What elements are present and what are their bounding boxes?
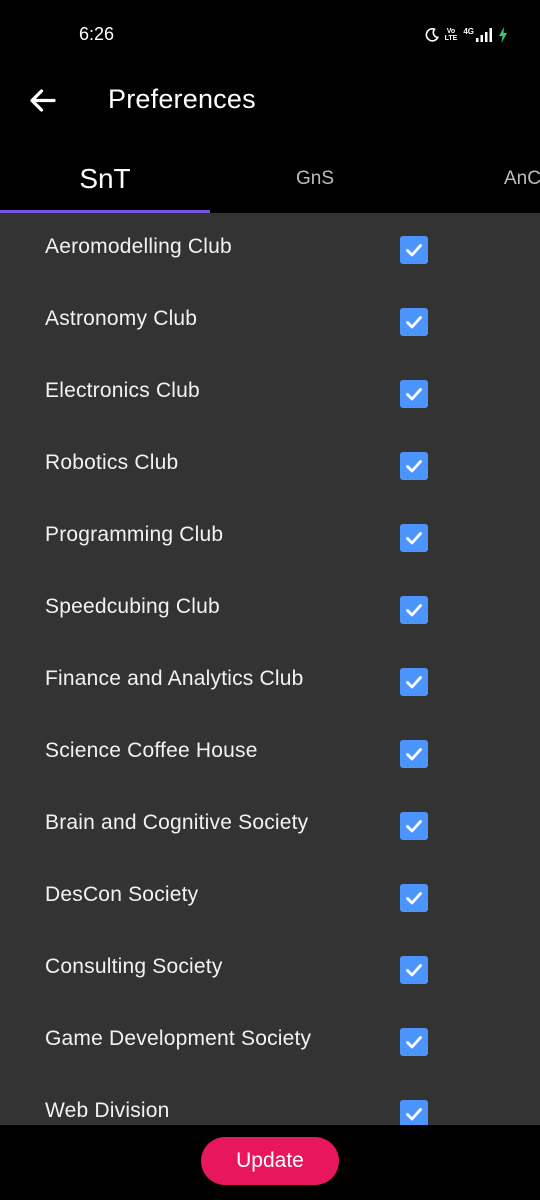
- preference-label: Speedcubing Club: [45, 595, 220, 618]
- tab-gns[interactable]: GnS: [210, 145, 420, 213]
- preference-row[interactable]: Science Coffee House: [0, 717, 540, 789]
- check-icon: [406, 388, 422, 401]
- preference-label: Brain and Cognitive Society: [45, 811, 309, 834]
- check-icon: [406, 892, 422, 905]
- preference-label: Aeromodelling Club: [45, 235, 232, 258]
- check-icon: [406, 532, 422, 545]
- check-icon: [406, 604, 422, 617]
- arrow-left-icon: [30, 89, 56, 112]
- preference-checkbox[interactable]: [400, 812, 428, 840]
- preference-row[interactable]: Brain and Cognitive Society: [0, 789, 540, 861]
- tab-bar: SnT GnS AnC: [0, 145, 540, 213]
- preference-checkbox[interactable]: [400, 740, 428, 768]
- status-bar: 6:26 Vo LTE 4G: [0, 0, 540, 70]
- preference-row[interactable]: DesCon Society: [0, 861, 540, 933]
- tab-anc[interactable]: AnC: [420, 145, 540, 213]
- preference-checkbox[interactable]: [400, 668, 428, 696]
- check-icon: [406, 676, 422, 689]
- page-title: Preferences: [108, 84, 256, 114]
- preference-checkbox[interactable]: [400, 380, 428, 408]
- preference-row[interactable]: Electronics Club: [0, 357, 540, 429]
- preference-row[interactable]: Programming Club: [0, 501, 540, 573]
- volte-top-text: Vo: [446, 28, 456, 35]
- preference-label: Robotics Club: [45, 451, 179, 474]
- volte-icon: Vo LTE: [445, 28, 458, 42]
- preference-label: Finance and Analytics Club: [45, 667, 304, 690]
- preference-row[interactable]: Consulting Society: [0, 933, 540, 1005]
- preference-row[interactable]: Robotics Club: [0, 429, 540, 501]
- preference-row[interactable]: Speedcubing Club: [0, 573, 540, 645]
- preference-label: Programming Club: [45, 523, 224, 546]
- preference-label: Game Development Society: [45, 1027, 312, 1050]
- status-time: 6:26: [79, 24, 115, 44]
- preference-label: DesCon Society: [45, 883, 199, 906]
- preference-checkbox[interactable]: [400, 524, 428, 552]
- tab-label: AnC: [504, 168, 540, 189]
- check-icon: [406, 1108, 422, 1121]
- check-icon: [406, 244, 422, 257]
- network-type-text: 4G: [463, 27, 474, 36]
- status-icons: Vo LTE 4G: [425, 25, 508, 45]
- check-icon: [406, 964, 422, 977]
- check-icon: [406, 820, 422, 833]
- preference-checkbox[interactable]: [400, 884, 428, 912]
- battery-charging-icon: [498, 27, 508, 43]
- preference-label: Web Division: [45, 1099, 170, 1122]
- preference-row[interactable]: Game Development Society: [0, 1005, 540, 1077]
- bottom-bar: Update: [0, 1125, 540, 1200]
- preference-checkbox[interactable]: [400, 1028, 428, 1056]
- preferences-list[interactable]: Aeromodelling Club Astronomy Club Electron…: [0, 213, 540, 1125]
- preference-label: Astronomy Club: [45, 307, 198, 330]
- back-button[interactable]: [26, 84, 60, 118]
- preference-checkbox[interactable]: [400, 956, 428, 984]
- check-icon: [406, 1036, 422, 1049]
- preference-checkbox[interactable]: [400, 236, 428, 264]
- volte-bottom-text: LTE: [444, 35, 458, 42]
- preference-checkbox[interactable]: [400, 452, 428, 480]
- preference-row[interactable]: Aeromodelling Club: [0, 213, 540, 285]
- check-icon: [406, 316, 422, 329]
- preference-checkbox[interactable]: [400, 1100, 428, 1125]
- preference-label: Consulting Society: [45, 955, 223, 978]
- tab-label: GnS: [295, 168, 335, 189]
- check-icon: [406, 748, 422, 761]
- preference-label: Electronics Club: [45, 379, 200, 402]
- 4g-signal-icon: 4G: [463, 28, 492, 42]
- preference-checkbox[interactable]: [400, 308, 428, 336]
- tab-label: SnT: [79, 163, 131, 194]
- app-bar: Preferences: [0, 70, 540, 145]
- preference-row[interactable]: Web Division: [0, 1077, 540, 1125]
- tab-snt[interactable]: SnT: [0, 145, 210, 213]
- preference-checkbox[interactable]: [400, 596, 428, 624]
- update-button[interactable]: Update: [201, 1137, 339, 1185]
- moon-icon: [425, 28, 439, 42]
- preference-row[interactable]: Finance and Analytics Club: [0, 645, 540, 717]
- check-icon: [406, 460, 422, 473]
- preference-label: Science Coffee House: [45, 739, 258, 762]
- preference-row[interactable]: Astronomy Club: [0, 285, 540, 357]
